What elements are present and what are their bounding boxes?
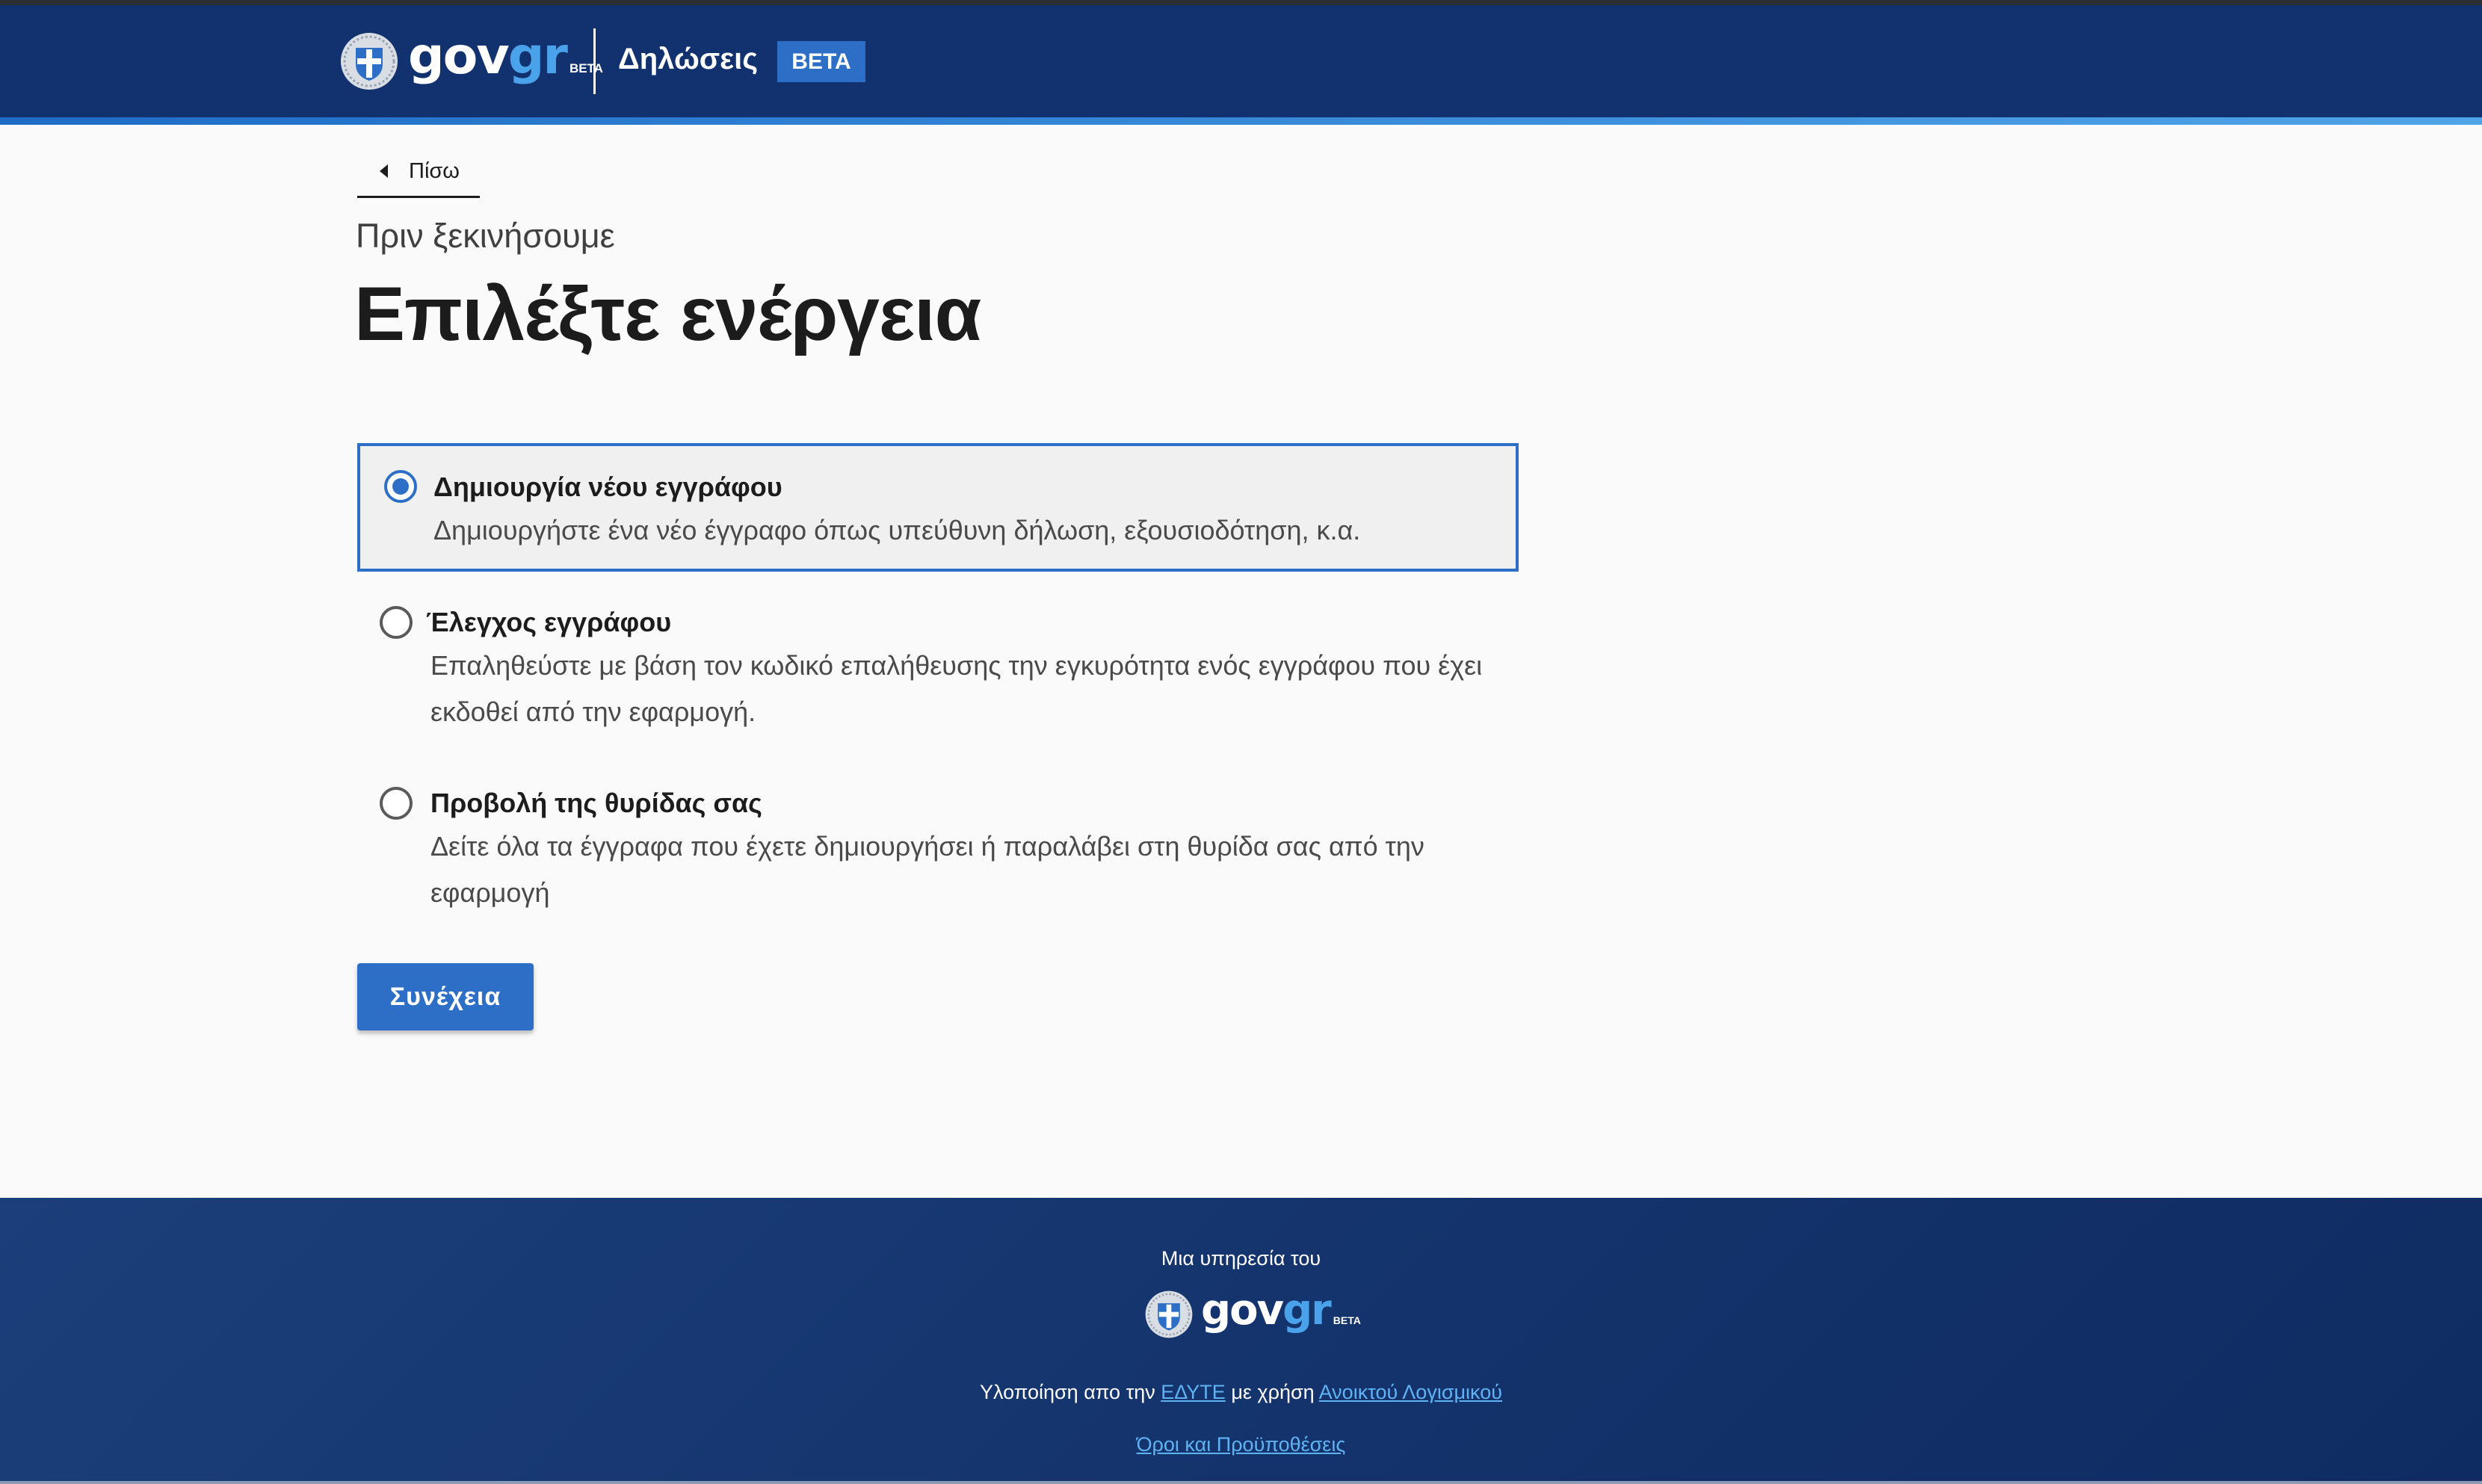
page-caption: Πριν ξεκινήσουμε — [356, 217, 615, 255]
radio-view-inbox[interactable] — [380, 787, 413, 820]
impl-middle: με χρήση — [1225, 1381, 1319, 1403]
radio-verify-document[interactable] — [380, 606, 413, 639]
footer-terms: Όροι και Προϋποθέσεις — [0, 1429, 2482, 1459]
page-title: Επιλέξτε ενέργεια — [354, 271, 981, 356]
footer-service-of: Μια υπηρεσία του — [1161, 1247, 1321, 1270]
footer-logo-wordmark: govgr — [1201, 1286, 1332, 1335]
header-divider — [593, 28, 596, 94]
footer-logo-beta: BETA — [1333, 1314, 1361, 1326]
open-source-link[interactable]: Ανοικτού Λογισμικού — [1319, 1381, 1502, 1403]
edyte-link[interactable]: ΕΔΥΤΕ — [1161, 1381, 1226, 1403]
greek-emblem-icon — [341, 33, 398, 90]
option-description: Δημιουργήστε ένα νέο έγγραφο όπως υπεύθυ… — [433, 515, 1361, 545]
option-title: Προβολή της θυρίδας σας — [430, 788, 762, 818]
terms-link[interactable]: Όροι και Προϋποθέσεις — [1137, 1433, 1346, 1456]
continue-button[interactable]: Συνέχεια — [357, 963, 534, 1030]
header-stripe — [0, 117, 2482, 125]
option-title: Έλεγχος εγγράφου — [426, 607, 672, 637]
logo-wordmark: govgr — [408, 27, 568, 86]
govgr-logo[interactable]: govgr BETA — [339, 30, 603, 93]
back-button[interactable]: Πίσω — [357, 146, 480, 198]
footer-govgr-logo[interactable]: govgr BETA — [1144, 1288, 1361, 1341]
logo-beta: BETA — [569, 61, 603, 75]
option-verify-document[interactable]: Έλεγχος εγγράφου Επαληθεύστε με βάση τον… — [357, 598, 1519, 740]
option-create-document[interactable]: Δημιουργία νέου εγγράφου Δημιουργήστε έν… — [357, 443, 1519, 572]
beta-badge: BETA — [777, 41, 865, 82]
greek-emblem-icon — [1145, 1290, 1193, 1338]
radio-create-document[interactable] — [384, 470, 417, 503]
back-label: Πίσω — [409, 158, 460, 183]
option-view-inbox[interactable]: Προβολή της θυρίδας σας Δείτε όλα τα έγγ… — [357, 779, 1519, 921]
footer-bottom-edge — [0, 1481, 2482, 1484]
option-title: Δημιουργία νέου εγγράφου — [433, 472, 782, 502]
caret-left-icon — [380, 164, 388, 178]
option-description: Δείτε όλα τα έγγραφα που έχετε δημιουργή… — [430, 831, 1424, 908]
option-description: Επαληθεύστε με βάση τον κωδικό επαλήθευσ… — [430, 650, 1483, 727]
top-edge — [0, 0, 2482, 5]
footer-implementation: Υλοποίηση απο την ΕΔΥΤΕ με χρήση Ανοικτο… — [0, 1377, 2482, 1407]
service-name-link[interactable]: Δηλώσεις — [618, 40, 758, 78]
impl-prefix: Υλοποίηση απο την — [980, 1381, 1161, 1403]
